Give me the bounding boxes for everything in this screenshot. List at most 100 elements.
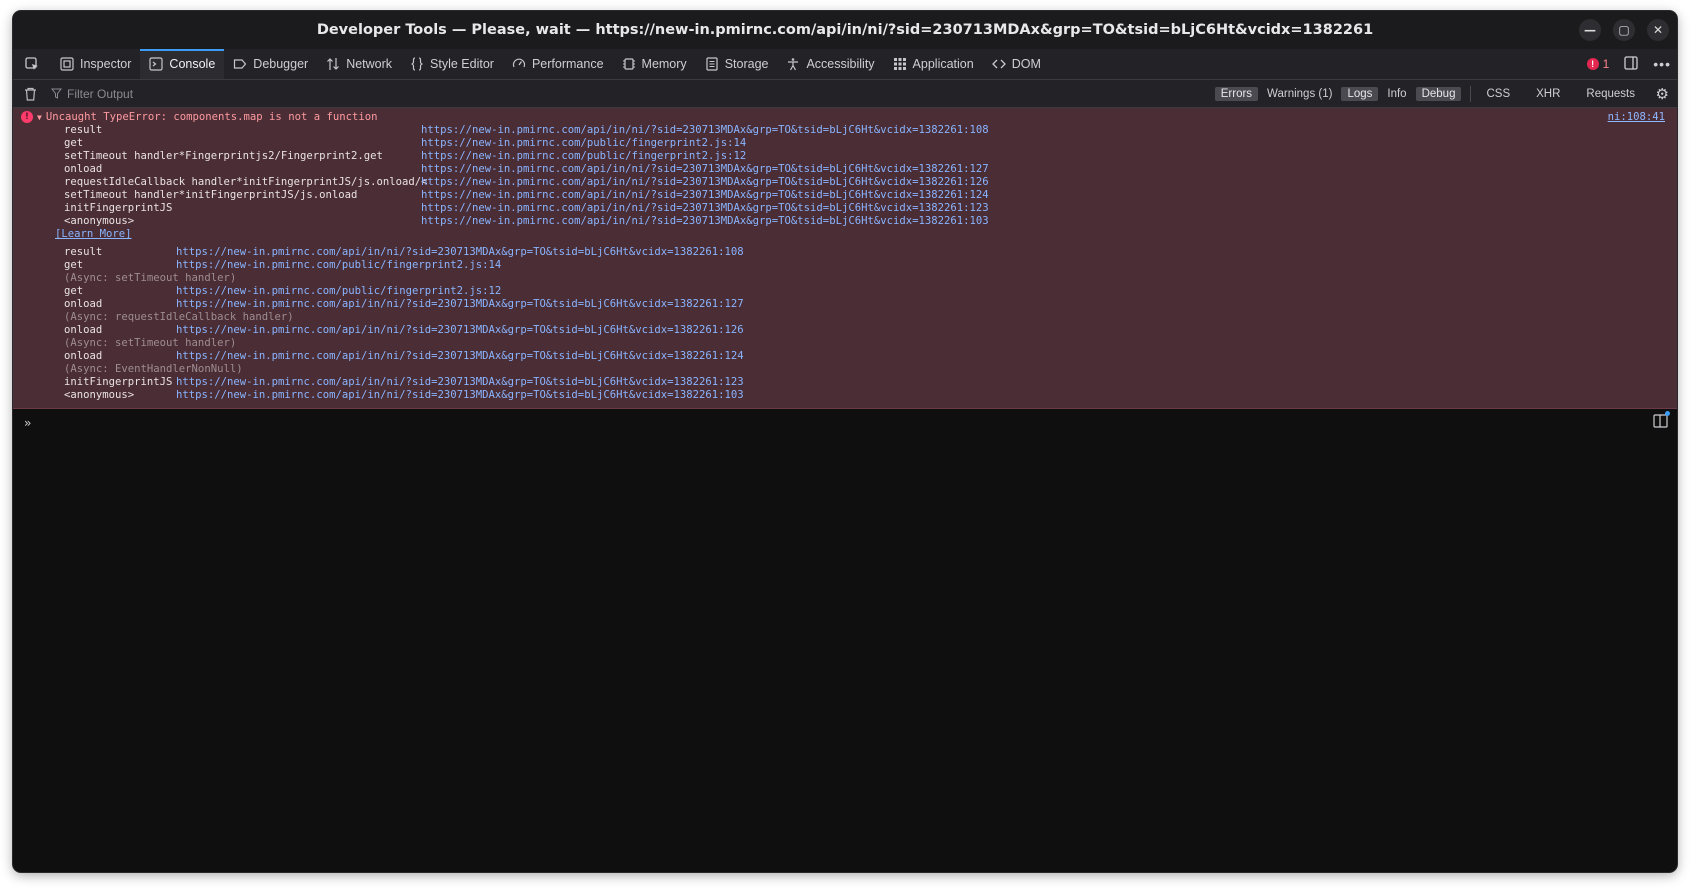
tab-label: Inspector [80,57,132,71]
filter-icon [51,88,62,99]
minimize-button[interactable]: — [1579,19,1601,41]
tab-label: Application [912,57,974,71]
window-controls: — ▢ ✕ [1579,19,1669,41]
tab-label: Performance [531,57,604,71]
devtools-toolbar: Inspector Console Debugger Network Style Edi… [13,49,1677,80]
filter-xhr-button[interactable]: XHR [1530,87,1566,101]
filter-info-button[interactable]: Info [1381,87,1412,101]
async-separator: (Async: requestIdleCallback handler) [64,311,294,323]
level-buttons: Errors Warnings (1) Logs Info Debug [1214,86,1462,101]
tab-storage[interactable]: Storage [696,49,778,79]
filter-css-button[interactable]: CSS [1480,87,1516,101]
tab-inspector[interactable]: Inspector [51,49,140,79]
element-picker-button[interactable] [13,49,51,79]
async-stack-trace: result https://new-in.pmirnc.com/api/in/n… [13,246,1677,402]
frame-source-link[interactable]: https://new-in.pmirnc.com/api/in/ni/?sid… [176,376,744,389]
error-count-badge[interactable]: ! 1 [1586,57,1610,71]
console-prompt-icon: » [24,416,32,430]
console-input-area[interactable]: » [13,409,1677,829]
frame-function: onload [64,350,103,362]
tab-memory[interactable]: Memory [613,49,696,79]
expand-caret-icon[interactable]: ▼ [37,111,42,124]
frame-source-link[interactable]: https://new-in.pmirnc.com/public/fingerp… [421,150,746,163]
dock-side-icon[interactable] [1623,55,1639,74]
filter-warnings-button[interactable]: Warnings (1) [1261,87,1338,101]
editor-mode-toggle[interactable] [1653,411,1670,432]
performance-icon [512,57,526,71]
frame-source-link[interactable]: https://new-in.pmirnc.com/public/fingerp… [176,285,501,298]
frame-source-link[interactable]: https://new-in.pmirnc.com/api/in/ni/?sid… [421,163,989,176]
clear-console-button[interactable] [13,87,47,101]
close-button[interactable]: ✕ [1647,19,1669,41]
inspector-icon [60,57,74,71]
frame-function: setTimeout handler*initFingerprintJS/js.… [64,189,358,201]
frame-function: get [64,137,84,149]
error-location-link[interactable]: ni:108:41 [1608,111,1665,124]
more-options-icon[interactable]: ••• [1653,56,1671,72]
filter-debug-button[interactable]: Debug [1415,86,1462,101]
error-message: ! ▼ Uncaught TypeError: components.map i… [13,108,1677,409]
log-level-filters: Errors Warnings (1) Logs Info Debug CSS XHR Re… [1214,80,1641,107]
error-text: Uncaught TypeError: components.map is no… [45,110,378,123]
filter-logs-button[interactable]: Logs [1341,86,1379,101]
stack-frame: initFingerprintJS https://new-in.pmirnc.c… [64,376,1677,389]
stack-frame: initFingerprintJS https://new-in.pmirnc.c… [64,202,1677,215]
memory-icon [622,57,636,71]
filter-placeholder: Filter Output [67,86,134,101]
tab-label: Memory [641,57,687,71]
stack-frame: onload https://new-in.pmirnc.com/api/in/n… [64,324,1677,337]
learn-more-link[interactable]: [Learn More] [13,228,1677,243]
tab-console[interactable]: Console [140,49,225,79]
async-separator: (Async: setTimeout handler) [64,337,237,349]
async-separator: (Async: EventHandlerNonNull) [64,363,243,375]
tab-debugger[interactable]: Debugger [224,49,317,79]
tab-network[interactable]: Network [317,49,401,79]
frame-function: onload [64,163,103,175]
frame-source-link[interactable]: https://new-in.pmirnc.com/api/in/ni/?sid… [176,246,744,259]
stack-frame: <anonymous> https://new-in.pmirnc.com/api… [64,389,1677,402]
maximize-button[interactable]: ▢ [1613,19,1635,41]
frame-source-link[interactable]: https://new-in.pmirnc.com/api/in/ni/?sid… [176,298,744,311]
frame-source-link[interactable]: https://new-in.pmirnc.com/public/fingerp… [421,137,746,150]
network-icon [326,57,340,71]
stack-frame: onload https://new-in.pmirnc.com/api/in/n… [64,163,1677,176]
frame-source-link[interactable]: https://new-in.pmirnc.com/public/fingerp… [176,259,501,272]
style-editor-icon [410,57,424,71]
frame-source-link[interactable]: https://new-in.pmirnc.com/api/in/ni/?sid… [176,324,744,337]
frame-source-link[interactable]: https://new-in.pmirnc.com/api/in/ni/?sid… [421,215,989,228]
frame-source-link[interactable]: https://new-in.pmirnc.com/api/in/ni/?sid… [176,389,744,402]
console-settings-icon[interactable]: ⚙ [1656,85,1669,103]
divider [1470,85,1472,102]
frame-function: setTimeout handler*Fingerprintjs2/Finger… [64,150,383,162]
stack-frame: onload https://new-in.pmirnc.com/api/in/n… [64,298,1677,311]
tab-style-editor[interactable]: Style Editor [401,49,503,79]
window-titlebar: Developer Tools — Please, wait — https:/… [13,11,1677,49]
toolbar-right: ! 1 ••• [1586,49,1671,79]
stack-frame: get https://new-in.pmirnc.com/public/fing… [64,285,1677,298]
filter-errors-button[interactable]: Errors [1214,86,1259,101]
frame-function: initFingerprintJS [64,376,173,388]
frame-source-link[interactable]: https://new-in.pmirnc.com/api/in/ni/?sid… [421,176,989,189]
frame-source-link[interactable]: https://new-in.pmirnc.com/api/in/ni/?sid… [176,350,744,363]
window-title: Developer Tools — Please, wait — https:/… [316,22,1374,38]
stack-frame: setTimeout handler*Fingerprintjs2/Finger… [64,150,1677,163]
tab-accessibility[interactable]: Accessibility [777,49,883,79]
error-message-header[interactable]: ! ▼ Uncaught TypeError: components.map i… [13,110,1677,124]
frame-function: onload [64,324,103,336]
frame-source-link[interactable]: https://new-in.pmirnc.com/api/in/ni/?sid… [421,189,989,202]
stack-frame: requestIdleCallback handler*initFingerpr… [64,176,1677,189]
frame-source-link[interactable]: https://new-in.pmirnc.com/api/in/ni/?sid… [421,124,989,137]
tab-dom[interactable]: DOM [983,49,1050,79]
filter-output-input[interactable]: Filter Output [47,87,751,101]
tab-application[interactable]: Application [884,49,983,79]
filter-requests-button[interactable]: Requests [1580,87,1641,101]
error-count: 1 [1602,57,1610,71]
tab-label: Console [169,57,216,71]
debugger-icon [233,57,247,71]
dom-icon [991,57,1006,71]
stack-trace: result https://new-in.pmirnc.com/api/in/n… [13,124,1677,228]
tab-performance[interactable]: Performance [503,49,613,79]
frame-source-link[interactable]: https://new-in.pmirnc.com/api/in/ni/?sid… [421,202,989,215]
stack-frame: setTimeout handler*initFingerprintJS/js.… [64,189,1677,202]
console-filter-bar: Filter Output Errors Warnings (1) Logs Info… [13,80,1677,108]
